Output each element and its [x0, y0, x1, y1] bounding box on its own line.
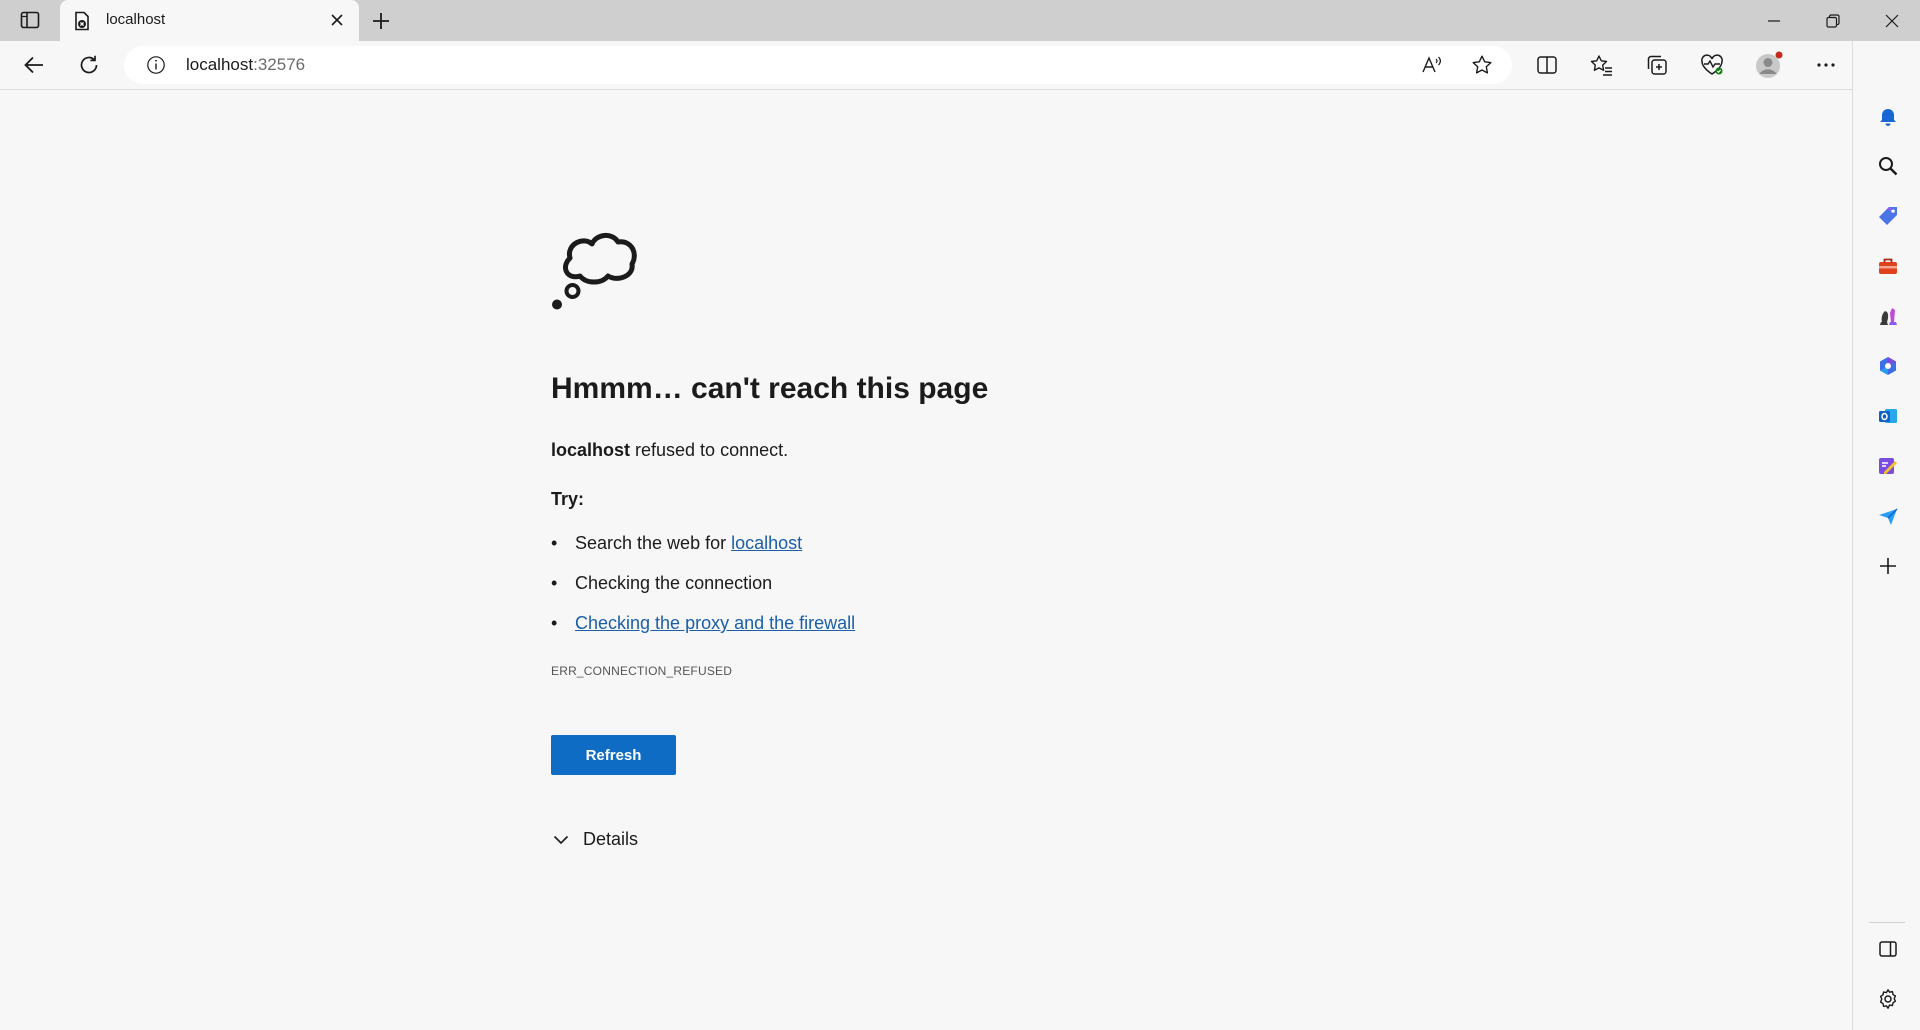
details-toggle[interactable]: Details	[553, 829, 638, 850]
error-page: Hmmm… can't reach this page localhost re…	[0, 90, 1851, 1030]
suggestion-connection: • Checking the connection	[551, 573, 772, 594]
tools-icon	[1879, 258, 1897, 274]
more-icon	[1817, 63, 1835, 67]
sidebar-search[interactable]	[1875, 153, 1901, 179]
search-localhost-link[interactable]: localhost	[731, 533, 802, 553]
url-host: localhost	[186, 55, 254, 74]
close-icon	[1885, 14, 1899, 27]
refused-text: refused to connect.	[630, 440, 789, 460]
favorite-star-icon	[1472, 55, 1492, 74]
browser-essentials-button[interactable]	[1696, 49, 1728, 81]
sidebar-microsoft-365[interactable]	[1875, 353, 1901, 379]
sidebar-tools[interactable]	[1875, 253, 1901, 279]
error-code: ERR_CONNECTION_REFUSED	[551, 664, 733, 678]
settings-icon	[1879, 989, 1897, 1009]
bullet: •	[551, 533, 558, 553]
error-heading: Hmmm… can't reach this page	[551, 372, 989, 405]
back-icon	[24, 56, 43, 74]
back-button[interactable]	[18, 49, 50, 81]
read-aloud-button[interactable]	[1420, 53, 1444, 77]
bullet: •	[551, 573, 558, 593]
restore-icon	[1826, 13, 1840, 28]
proxy-firewall-link[interactable]: Checking the proxy and the firewall	[575, 613, 855, 633]
refused-host: localhost	[551, 440, 631, 460]
shopping-icon	[1879, 207, 1897, 225]
games-icon	[1880, 308, 1897, 325]
thought-cloud-icon	[552, 233, 637, 310]
minimize-icon	[1768, 19, 1780, 22]
add-favorite-button[interactable]	[1470, 53, 1494, 77]
suggestion-connection-text: Checking the connection	[575, 573, 773, 593]
navigation-toolbar: localhost:32576	[0, 41, 1920, 90]
profile-avatar-icon	[1756, 51, 1783, 78]
sidebar-drop[interactable]	[1875, 503, 1901, 529]
restore-button[interactable]	[1805, 0, 1861, 41]
tab-strip: localhost	[0, 0, 1920, 41]
split-screen-button[interactable]	[1531, 49, 1563, 81]
edge-sidebar	[1852, 41, 1920, 1030]
outlook-icon	[1879, 409, 1897, 423]
try-label: Try:	[551, 489, 585, 509]
new-tab-icon[interactable]	[368, 8, 394, 34]
suggestion-proxy: • Checking the proxy and the firewall	[551, 613, 855, 634]
hide-sidebar-icon	[1879, 941, 1897, 957]
search-icon	[1879, 157, 1898, 176]
page-error-icon	[75, 11, 89, 31]
more-menu-button[interactable]	[1810, 49, 1842, 81]
tab-actions-icon	[20, 11, 40, 29]
sidebar-add[interactable]	[1875, 553, 1901, 579]
browser-essentials-icon	[1701, 54, 1723, 75]
sidebar-outlook[interactable]	[1875, 403, 1901, 429]
close-tab-icon[interactable]	[327, 10, 347, 30]
chevron-down-icon	[553, 835, 569, 844]
url-port: :32576	[253, 55, 306, 74]
sidebar-shopping[interactable]	[1875, 203, 1901, 229]
sidebar-games[interactable]	[1875, 303, 1901, 329]
active-tab[interactable]: localhost	[60, 0, 359, 41]
refresh-button[interactable]	[73, 49, 105, 81]
address-bar[interactable]: localhost:32576	[124, 46, 1512, 84]
split-screen-icon	[1537, 56, 1557, 74]
workspaces-button[interactable]	[16, 8, 44, 32]
drop-icon	[1879, 508, 1898, 525]
minimize-button[interactable]	[1746, 0, 1802, 41]
refused-message: localhost refused to connect.	[551, 440, 788, 461]
designer-icon	[1879, 458, 1897, 474]
collections-button[interactable]	[1641, 49, 1673, 81]
address-url[interactable]: localhost:32576	[186, 55, 305, 75]
read-aloud-icon	[1422, 56, 1441, 73]
sidebar-hide[interactable]	[1875, 936, 1901, 962]
favorites-icon	[1590, 55, 1612, 76]
details-label: Details	[583, 829, 639, 849]
sidebar-notifications[interactable]	[1875, 103, 1901, 129]
notifications-icon	[1880, 109, 1896, 126]
close-window-button[interactable]	[1864, 0, 1920, 41]
bullet: •	[551, 613, 558, 633]
sidebar-divider	[1869, 922, 1905, 923]
refresh-page-button[interactable]: Refresh	[551, 735, 676, 775]
suggestion-search-text: Search the web for	[575, 533, 732, 553]
favorites-button[interactable]	[1586, 49, 1618, 81]
add-icon	[1880, 558, 1896, 574]
sidebar-settings[interactable]	[1875, 986, 1901, 1012]
microsoft-365-icon	[1880, 357, 1896, 375]
collections-icon	[1647, 55, 1667, 75]
site-info-icon[interactable]	[146, 55, 166, 75]
sidebar-designer[interactable]	[1875, 453, 1901, 479]
tab-title: localhost	[106, 11, 166, 28]
suggestion-search: • Search the web for localhost	[551, 533, 802, 554]
profile-button[interactable]	[1753, 49, 1785, 81]
refresh-icon	[80, 55, 98, 74]
